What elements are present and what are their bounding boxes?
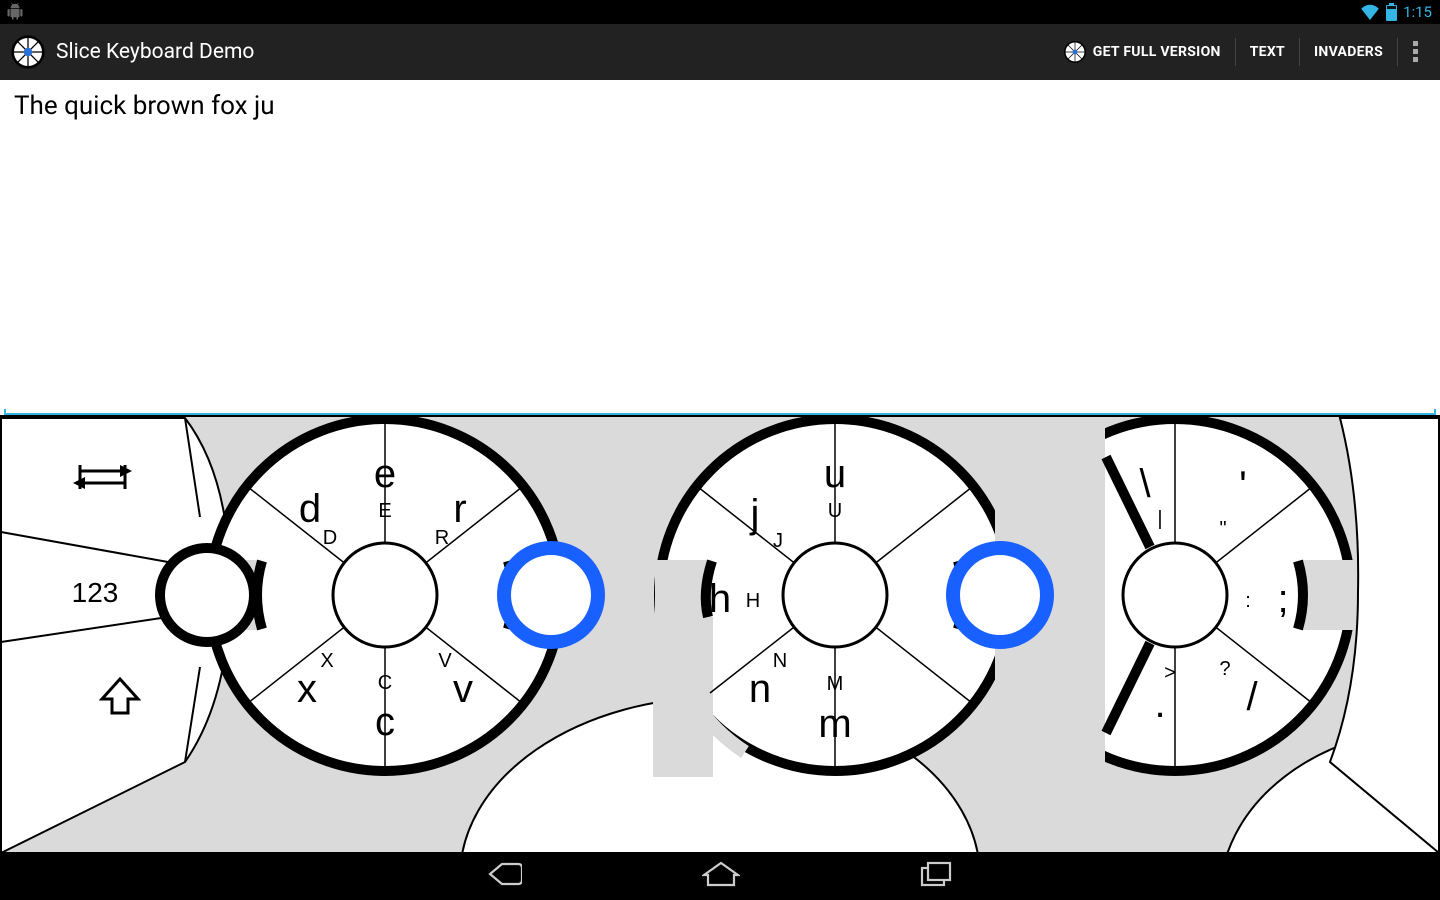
touch-circle-active-2[interactable] (953, 548, 1047, 642)
invaders-label: INVADERS (1314, 44, 1383, 60)
svg-text:C: C (378, 672, 392, 694)
key-m[interactable]: m (818, 702, 851, 746)
svg-text:": " (1219, 518, 1226, 540)
svg-text::: : (1245, 590, 1251, 612)
status-time: 1:15 (1403, 3, 1432, 21)
slice-keyboard[interactable]: 123 d D e E r R v V (0, 415, 1440, 852)
key-r[interactable]: r (453, 487, 466, 531)
svg-text:U: U (828, 500, 842, 522)
back-button[interactable] (488, 860, 522, 892)
key-backslash[interactable]: \ (1139, 462, 1151, 506)
navigation-bar (0, 852, 1440, 900)
svg-text:D: D (323, 527, 337, 549)
action-bar: Slice Keyboard Demo GET FULL VERSION TEX… (0, 24, 1440, 80)
numeric-label: 123 (72, 577, 119, 608)
invaders-button[interactable]: INVADERS (1300, 24, 1397, 80)
text-label: TEXT (1250, 44, 1285, 60)
recent-apps-button[interactable] (920, 861, 952, 891)
get-full-version-button[interactable]: GET FULL VERSION (1049, 24, 1235, 80)
key-e[interactable]: e (374, 452, 396, 496)
key-c[interactable]: c (375, 700, 395, 744)
text-button[interactable]: TEXT (1236, 24, 1299, 80)
get-full-version-label: GET FULL VERSION (1093, 44, 1221, 60)
svg-text:>: > (1164, 662, 1176, 684)
svg-text:R: R (435, 527, 449, 549)
svg-text:|: | (1157, 508, 1162, 530)
overflow-menu-button[interactable] (1398, 24, 1434, 80)
key-quote[interactable]: ' (1239, 464, 1247, 508)
app-icon (8, 32, 48, 72)
svg-text:M: M (827, 673, 844, 695)
status-bar: 1:15 (0, 0, 1440, 24)
key-d[interactable]: d (299, 487, 321, 531)
svg-text:?: ? (1219, 658, 1230, 680)
svg-text:N: N (773, 650, 787, 672)
key-j[interactable]: j (750, 492, 760, 536)
app-title: Slice Keyboard Demo (56, 40, 254, 64)
touch-circle-1[interactable] (160, 548, 254, 642)
key-n[interactable]: n (749, 667, 771, 711)
svg-text:H: H (746, 590, 760, 612)
key-u[interactable]: u (824, 452, 846, 496)
touch-circle-active-1[interactable] (504, 548, 598, 642)
svg-text:X: X (320, 650, 333, 672)
wifi-icon (1360, 4, 1380, 20)
svg-text:J: J (773, 530, 783, 552)
battery-icon (1386, 3, 1397, 21)
svg-text:V: V (438, 650, 452, 672)
svg-text:E: E (378, 500, 391, 522)
text-editor[interactable]: The quick brown fox ju (0, 80, 1440, 413)
key-period[interactable]: . (1154, 682, 1165, 726)
key-v[interactable]: v (453, 667, 473, 711)
key-x[interactable]: x (297, 667, 317, 711)
key-semicolon[interactable]: ; (1277, 577, 1288, 621)
home-button[interactable] (702, 861, 740, 891)
key-h[interactable]: h (709, 577, 731, 621)
key-slash[interactable]: / (1246, 675, 1258, 719)
editor-content: The quick brown fox ju (14, 91, 275, 121)
